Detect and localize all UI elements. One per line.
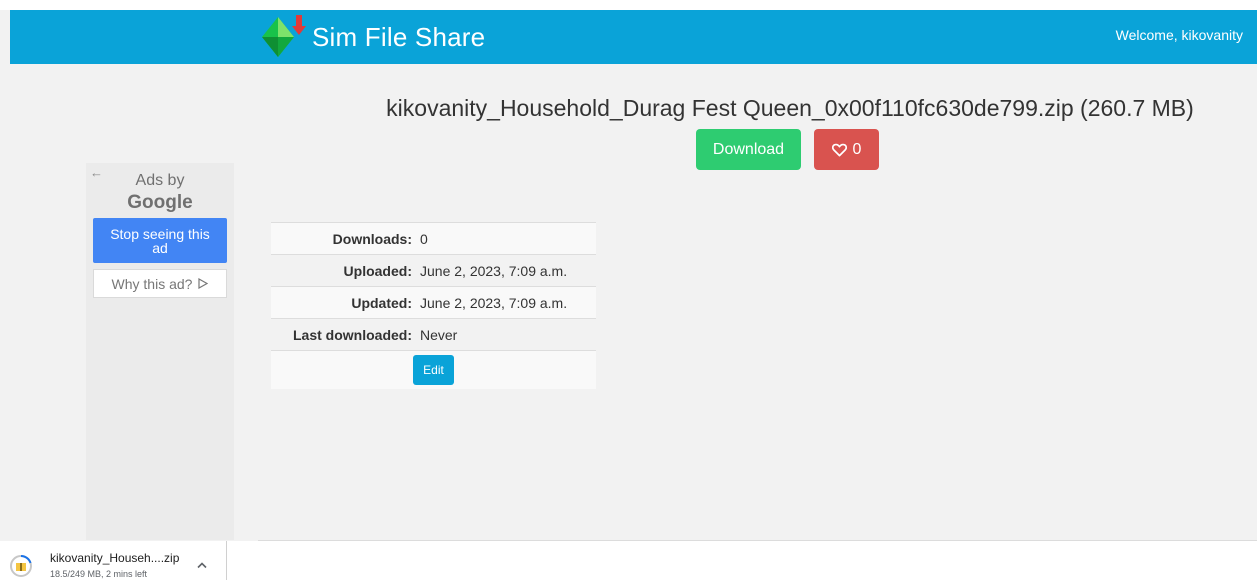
ad-panel: ← Ads by Google Stop seeing this ad Why …	[86, 163, 234, 540]
edit-button[interactable]: Edit	[413, 355, 454, 385]
ads-by-label: Ads by	[135, 172, 185, 189]
file-title: kikovanity_Household_Durag Fest Queen_0x…	[386, 95, 1194, 121]
google-label: Google	[127, 192, 193, 213]
table-row: Uploaded: June 2, 2023, 7:09 a.m.	[271, 254, 596, 287]
download-item[interactable]: kikovanity_Househ....zip 18.5/249 MB, 2 …	[0, 541, 227, 580]
zip-file-icon	[10, 555, 32, 577]
why-this-ad-label: Why this ad?	[111, 275, 193, 292]
like-count: 0	[852, 140, 862, 158]
download-filename: kikovanity_Househ....zip	[50, 551, 180, 565]
downloads-value: 0	[416, 222, 596, 255]
stop-seeing-ad-button[interactable]: Stop seeing this ad	[93, 218, 227, 263]
edit-row: Edit	[271, 350, 596, 389]
uploaded-value: June 2, 2023, 7:09 a.m.	[416, 254, 596, 287]
adchoices-icon	[198, 278, 209, 289]
table-row: Last downloaded: Never	[271, 318, 596, 351]
heart-icon	[831, 143, 847, 156]
page: Sim File Share Welcome, kikovanity kikov…	[0, 0, 1257, 580]
home-link[interactable]: Sim File Share	[258, 13, 485, 61]
chevron-up-icon[interactable]	[196, 561, 208, 569]
file-details-table: Downloads: 0 Uploaded: June 2, 2023, 7:0…	[271, 222, 596, 389]
browser-download-bar: kikovanity_Househ....zip 18.5/249 MB, 2 …	[0, 541, 1257, 580]
navbar: Sim File Share Welcome, kikovanity	[10, 10, 1257, 64]
why-this-ad-button[interactable]: Why this ad?	[93, 269, 227, 298]
downloads-label: Downloads:	[271, 222, 416, 255]
table-row: Updated: June 2, 2023, 7:09 a.m.	[271, 286, 596, 319]
download-button[interactable]: Download	[696, 129, 801, 170]
table-row: Downloads: 0	[271, 222, 596, 255]
download-status: 18.5/249 MB, 2 mins left	[50, 569, 148, 579]
top-strip	[0, 0, 1257, 10]
uploaded-label: Uploaded:	[271, 254, 416, 287]
plumbob-download-logo-icon	[262, 15, 306, 57]
brand-title: Sim File Share	[312, 21, 486, 52]
updated-label: Updated:	[271, 286, 416, 319]
edit-cell: Edit	[271, 350, 596, 389]
last-downloaded-label: Last downloaded:	[271, 318, 416, 351]
welcome-user[interactable]: Welcome, kikovanity	[1116, 27, 1243, 43]
like-button[interactable]: 0	[814, 129, 879, 170]
last-downloaded-value: Never	[416, 318, 596, 351]
updated-value: June 2, 2023, 7:09 a.m.	[416, 286, 596, 319]
